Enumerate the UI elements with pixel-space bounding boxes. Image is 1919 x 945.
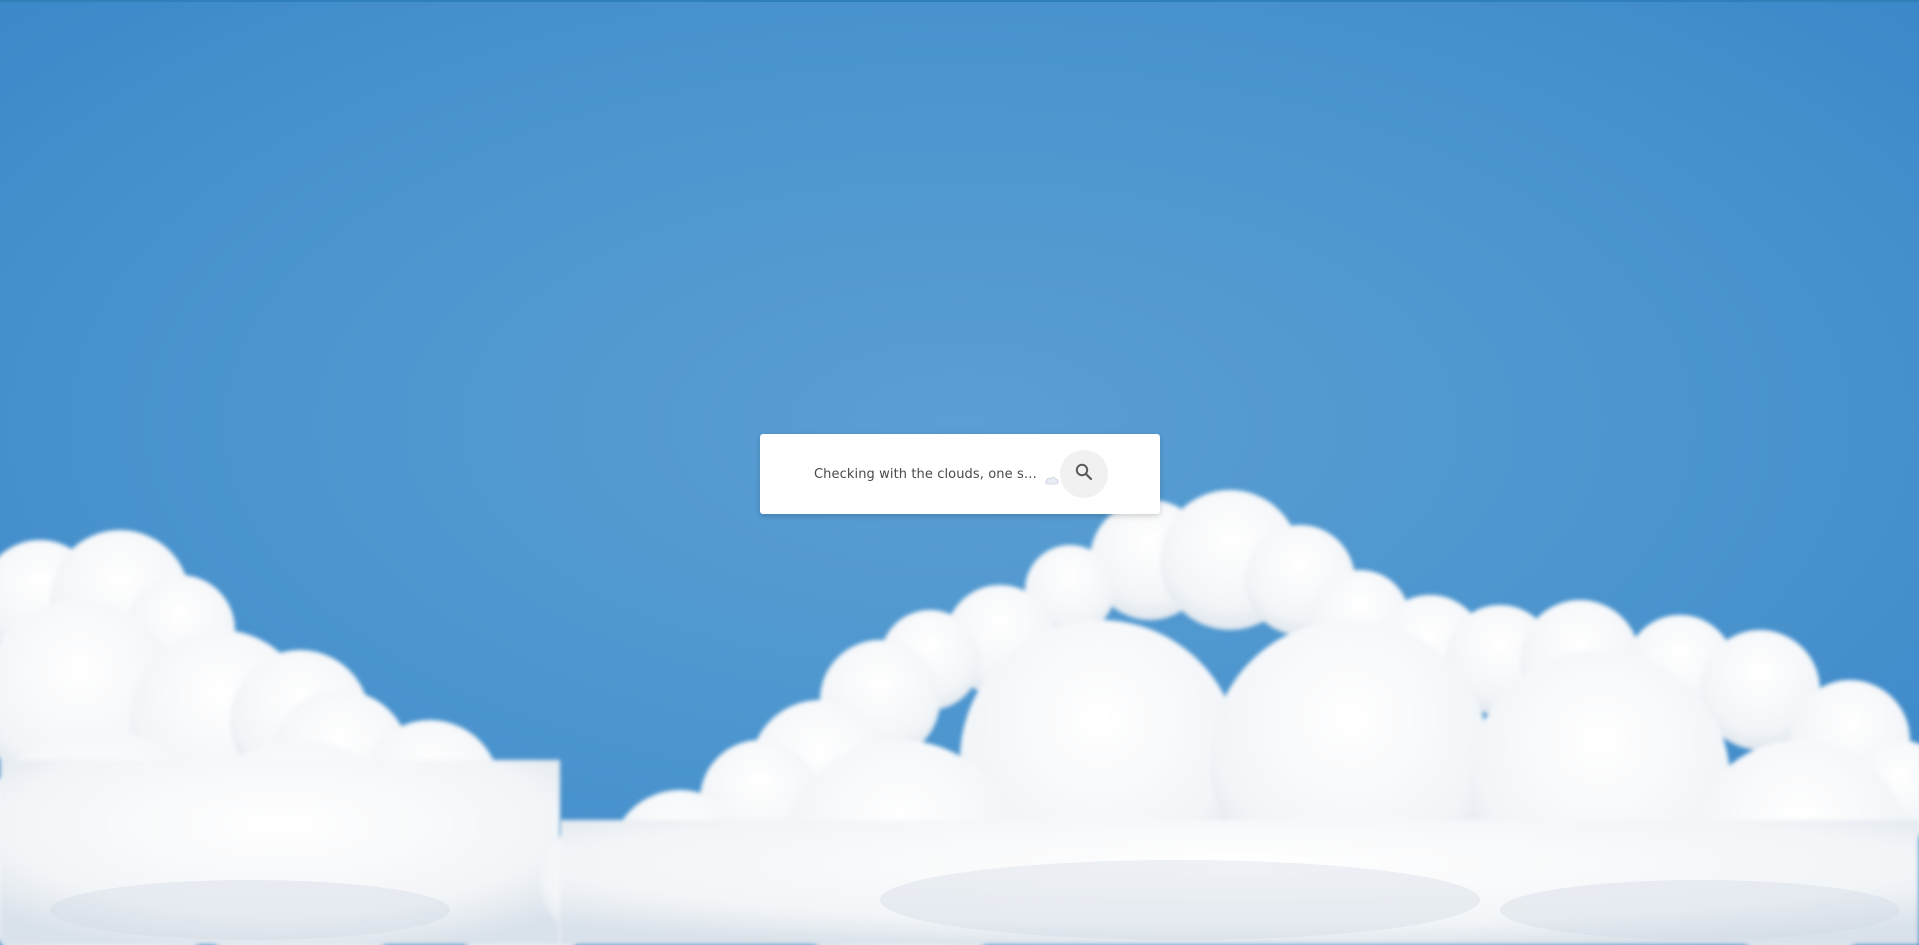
search-status-card: Checking with the clouds, one sec... <box>760 434 1160 514</box>
search-icon <box>1075 463 1093 485</box>
cloud-icon <box>1044 470 1060 484</box>
top-border <box>0 0 1919 2</box>
search-button[interactable] <box>1060 450 1108 498</box>
status-message: Checking with the clouds, one sec... <box>814 466 1042 482</box>
